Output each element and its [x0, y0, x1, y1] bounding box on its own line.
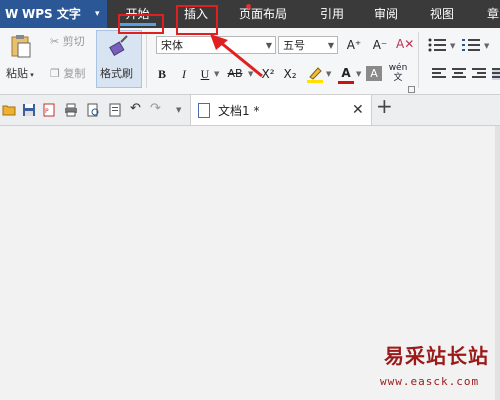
highlight-icon[interactable] [306, 65, 324, 83]
font-name-value: 宋体 [161, 39, 183, 52]
format-painter-icon [109, 35, 128, 57]
wps-logo-icon: W [5, 7, 19, 21]
copy-button[interactable]: ❐ 复制 [50, 66, 85, 82]
copy-icon: ❐ [50, 67, 60, 80]
pinyin-guide-button[interactable]: wén 文 [388, 63, 408, 83]
save-icon[interactable] [22, 103, 36, 117]
highlight-box-insert [176, 5, 218, 35]
bullet-list-icon[interactable] [428, 38, 448, 52]
chevron-down-icon[interactable]: ▼ [450, 42, 455, 50]
chevron-down-icon: ▾ [95, 9, 100, 19]
subscript-button[interactable]: X₂ [282, 66, 298, 82]
paste-button[interactable]: 粘贴 ▾ [6, 66, 34, 83]
clear-format-icon[interactable]: A✕ [396, 36, 414, 52]
align-right-icon[interactable] [472, 68, 486, 80]
align-center-icon[interactable] [452, 68, 466, 80]
tab-view[interactable]: 视图 [418, 0, 466, 28]
app-title: WPS 文字 [22, 7, 81, 21]
notification-dot [246, 4, 251, 9]
chevron-down-icon[interactable]: ▼ [484, 42, 489, 50]
vertical-scrollbar[interactable] [495, 126, 500, 400]
font-color-button[interactable]: A [338, 65, 354, 81]
app-menu-button[interactable]: W WPS 文字 ▾ [0, 0, 107, 28]
document-icon[interactable] [108, 103, 122, 117]
group-divider [146, 32, 147, 88]
chevron-down-icon[interactable]: ▼ [326, 70, 331, 78]
tab-review[interactable]: 审阅 [362, 0, 410, 28]
shrink-font-button[interactable]: A⁻ [372, 37, 388, 53]
justify-icon[interactable] [492, 68, 500, 80]
menu-bar: W WPS 文字 ▾ 开始 插入 页面布局 引用 审阅 视图 章 [0, 0, 500, 28]
scissors-icon: ✂ [50, 35, 60, 48]
chevron-down-icon[interactable]: ▼ [248, 70, 253, 78]
tab-section[interactable]: 章 [478, 0, 500, 28]
paste-icon[interactable] [10, 34, 32, 58]
underline-button[interactable]: U [197, 66, 213, 82]
print-preview-icon[interactable] [86, 103, 100, 117]
bold-button[interactable]: B [155, 66, 169, 82]
open-folder-icon[interactable] [2, 103, 16, 117]
paste-label: 粘贴 [6, 67, 28, 80]
ribbon: 粘贴 ▾ ✂ 剪切 ❐ 复制 格式刷 宋体 ▼ 五号 ▼ A⁺ A⁻ A✕ B … [0, 28, 500, 95]
watermark-url: www.easck.com [380, 375, 480, 388]
chevron-down-icon: ▼ [265, 41, 272, 50]
numbered-list-icon[interactable] [462, 38, 482, 52]
tab-references[interactable]: 引用 [308, 0, 356, 28]
undo-icon[interactable]: ↶ [130, 101, 141, 117]
svg-text:P: P [45, 108, 49, 115]
cut-button[interactable]: ✂ 剪切 [50, 34, 85, 50]
font-size-select[interactable]: 五号 ▼ [278, 36, 338, 54]
align-left-icon[interactable] [432, 68, 446, 80]
highlight-box-start [118, 14, 164, 34]
document-icon [198, 103, 210, 118]
tab-page-layout[interactable]: 页面布局 [232, 0, 294, 28]
redo-icon[interactable]: ↷ [150, 101, 161, 117]
cut-label: 剪切 [62, 35, 85, 48]
chevron-down-icon: ▼ [327, 41, 334, 50]
grow-font-button[interactable]: A⁺ [346, 37, 362, 53]
format-painter-label: 格式刷 [100, 67, 133, 80]
font-color-swatch [338, 81, 354, 84]
strikethrough-button[interactable]: AB [222, 66, 248, 82]
new-tab-button[interactable]: + [376, 96, 393, 116]
chevron-down-icon[interactable]: ▼ [356, 70, 361, 78]
print-icon[interactable] [64, 103, 78, 117]
export-pdf-icon[interactable]: P [42, 103, 56, 117]
font-size-value: 五号 [283, 39, 305, 52]
close-icon[interactable]: ✕ [352, 102, 364, 118]
char-shading-button[interactable]: A [366, 66, 382, 81]
group-divider [418, 32, 419, 88]
chevron-down-icon[interactable]: ▼ [214, 70, 219, 78]
font-name-select[interactable]: 宋体 ▼ [156, 36, 276, 54]
watermark-name: 易采站长站 [384, 344, 489, 368]
document-tab-title: 文档1 * [218, 104, 260, 118]
superscript-button[interactable]: X² [260, 66, 276, 82]
font-dialog-launcher-icon[interactable] [408, 86, 415, 93]
chevron-down-icon[interactable]: ▼ [176, 106, 181, 114]
italic-button[interactable]: I [177, 66, 191, 82]
copy-label: 复制 [63, 67, 86, 80]
